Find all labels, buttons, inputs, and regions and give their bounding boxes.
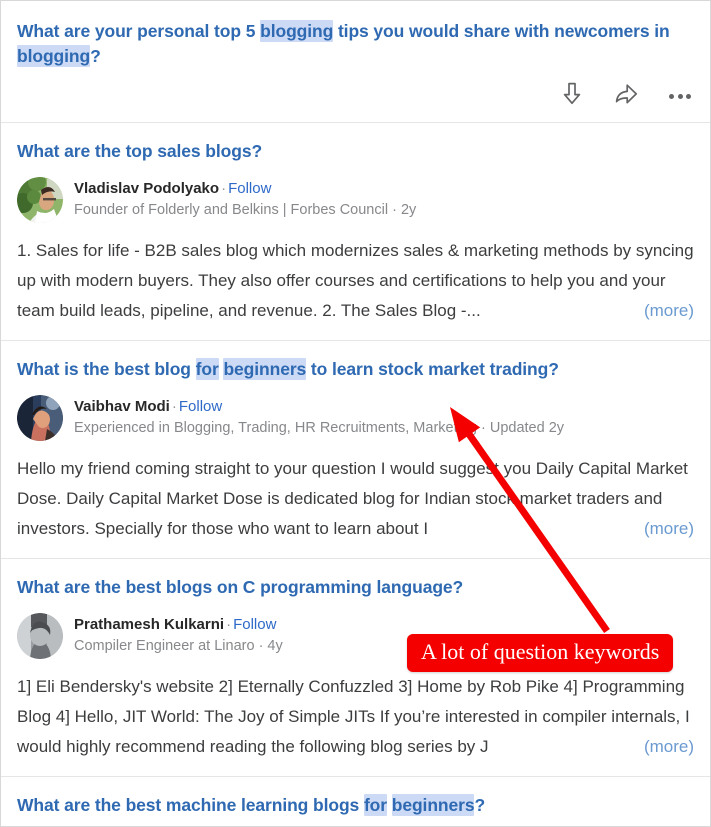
avatar[interactable] [17,177,63,223]
title-segment: What is the best blog [17,359,196,379]
author-name[interactable]: Vladislav Podolyako [74,180,219,197]
header-question-card: What are your personal top 5 blogging ti… [1,1,710,123]
follow-link[interactable]: Follow [228,180,271,197]
answer-question-title[interactable]: What are the top sales blogs? [17,139,694,164]
avatar[interactable] [17,613,63,659]
title-segment: to learn stock market trading? [306,359,559,379]
answer-feed: What are your personal top 5 blogging ti… [1,1,710,826]
author-line: Prathamesh Kulkarni · Follow [74,615,283,635]
answer-body[interactable]: 1. Sales for life - B2B sales blog which… [17,236,694,326]
avatar-prathamesh [17,613,63,659]
byline-separator: · [226,616,232,633]
question-action-bar [558,82,694,110]
title-segment: ? [474,795,486,815]
author-line: Vaibhav Modi · Follow [74,397,564,417]
title-segment: What are the best machine learning blogs [17,795,364,815]
title-segment: tips you would share with newcomers in [333,21,670,41]
quora-feed-screenshot: What are your personal top 5 blogging ti… [0,0,711,827]
avatar[interactable] [17,395,63,441]
answer-card: What is the best blog for beginners to l… [1,341,710,559]
title-segment: What are the top sales blogs? [17,141,263,161]
title-segment: What are your personal top 5 [17,21,261,41]
title-keyword-highlight: for [195,358,219,380]
more-options-button[interactable] [666,82,694,110]
answer-body[interactable]: 1] Eli Bendersky's website 2] Eternally … [17,672,694,762]
more-link[interactable]: (more) [644,514,694,544]
downvote-button[interactable] [558,82,586,110]
answer-byline: Vaibhav Modi · Follow Experienced in Blogg… [17,395,694,441]
answer-card: What are the top sales blogs? Vladislav … [1,123,710,341]
answer-byline: Vladislav Podolyako · Follow Founder of Fo… [17,177,694,223]
title-keyword-highlight: beginners [391,794,475,816]
author-name[interactable]: Vaibhav Modi [74,398,170,415]
downvote-icon [560,81,584,111]
byline-text: Prathamesh Kulkarni · Follow Compiler Engi… [74,613,283,657]
title-segment: What are the best blogs on C programming… [17,577,464,597]
author-line: Vladislav Podolyako · Follow [74,179,416,199]
byline-text: Vladislav Podolyako · Follow Founder of Fo… [74,177,416,221]
tail-question-card: What are the best machine learning blogs… [1,777,710,826]
title-keyword-highlight: blogging [17,45,91,67]
tail-question-title[interactable]: What are the best machine learning blogs… [17,793,694,818]
more-options-icon [669,93,691,99]
author-credentials: Compiler Engineer at Linaro · 4y [74,638,283,654]
answer-question-title[interactable]: What are the best blogs on C programming… [17,575,694,600]
author-name[interactable]: Prathamesh Kulkarni [74,616,224,633]
title-keyword-highlight: for [363,794,387,816]
share-button[interactable] [612,82,640,110]
answer-byline: Prathamesh Kulkarni · Follow Compiler Engi… [17,613,694,659]
author-credentials: Experienced in Blogging, Trading, HR Rec… [74,420,565,436]
title-segment: ? [90,46,101,66]
answer-body-fade: (more) [573,514,694,544]
author-credentials: Founder of Folderly and Belkins | Forbes… [74,202,417,218]
answer-body-fade: (more) [573,732,694,762]
byline-separator: · [221,180,227,197]
byline-text: Vaibhav Modi · Follow Experienced in Blogg… [74,395,564,439]
title-keyword-highlight: beginners [223,358,307,380]
avatar-vaibhav [17,395,63,441]
title-keyword-highlight: blogging [260,20,334,42]
follow-link[interactable]: Follow [233,616,276,633]
more-link[interactable]: (more) [644,732,694,762]
answer-question-title[interactable]: What is the best blog for beginners to l… [17,357,694,382]
more-link[interactable]: (more) [644,296,694,326]
avatar-vladislav [17,177,63,223]
header-question-title[interactable]: What are your personal top 5 blogging ti… [17,19,694,69]
answer-body[interactable]: Hello my friend coming straight to your … [17,454,694,544]
follow-link[interactable]: Follow [179,398,222,415]
share-icon [614,82,639,111]
answer-card: What are the best blogs on C programming… [1,559,710,777]
answer-body-fade: (more) [573,296,694,326]
byline-separator: · [171,398,177,415]
